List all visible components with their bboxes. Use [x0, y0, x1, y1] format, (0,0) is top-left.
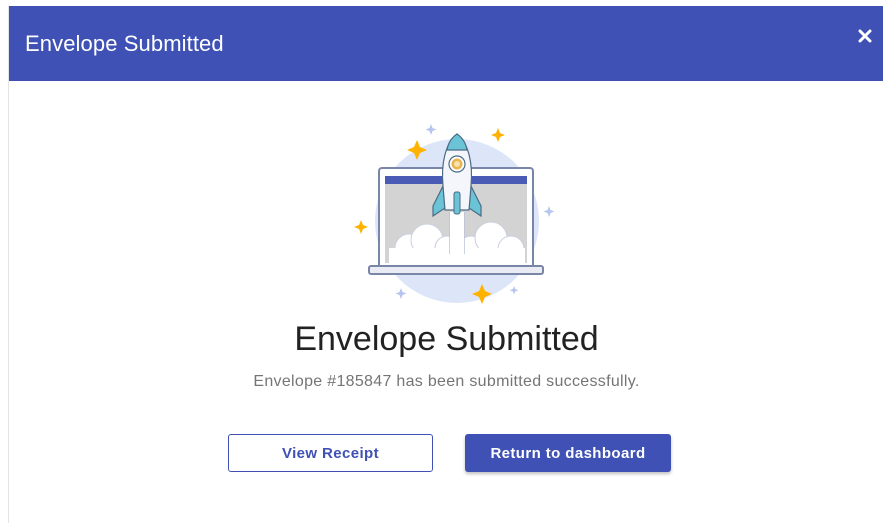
success-heading: Envelope Submitted: [294, 320, 599, 358]
success-message: Envelope #185847 has been submitted succ…: [253, 373, 640, 390]
submission-dialog: Envelope Submitted Envelope Submitted En…: [8, 6, 883, 523]
view-receipt-button[interactable]: View Receipt: [228, 434, 433, 472]
close-button[interactable]: [850, 21, 880, 51]
close-icon: [858, 29, 872, 42]
rocket-launch-illustration: [354, 124, 555, 304]
dialog-header: Envelope Submitted: [9, 6, 883, 81]
dialog-title: Envelope Submitted: [25, 30, 224, 56]
return-to-dashboard-button[interactable]: Return to dashboard: [465, 434, 671, 472]
